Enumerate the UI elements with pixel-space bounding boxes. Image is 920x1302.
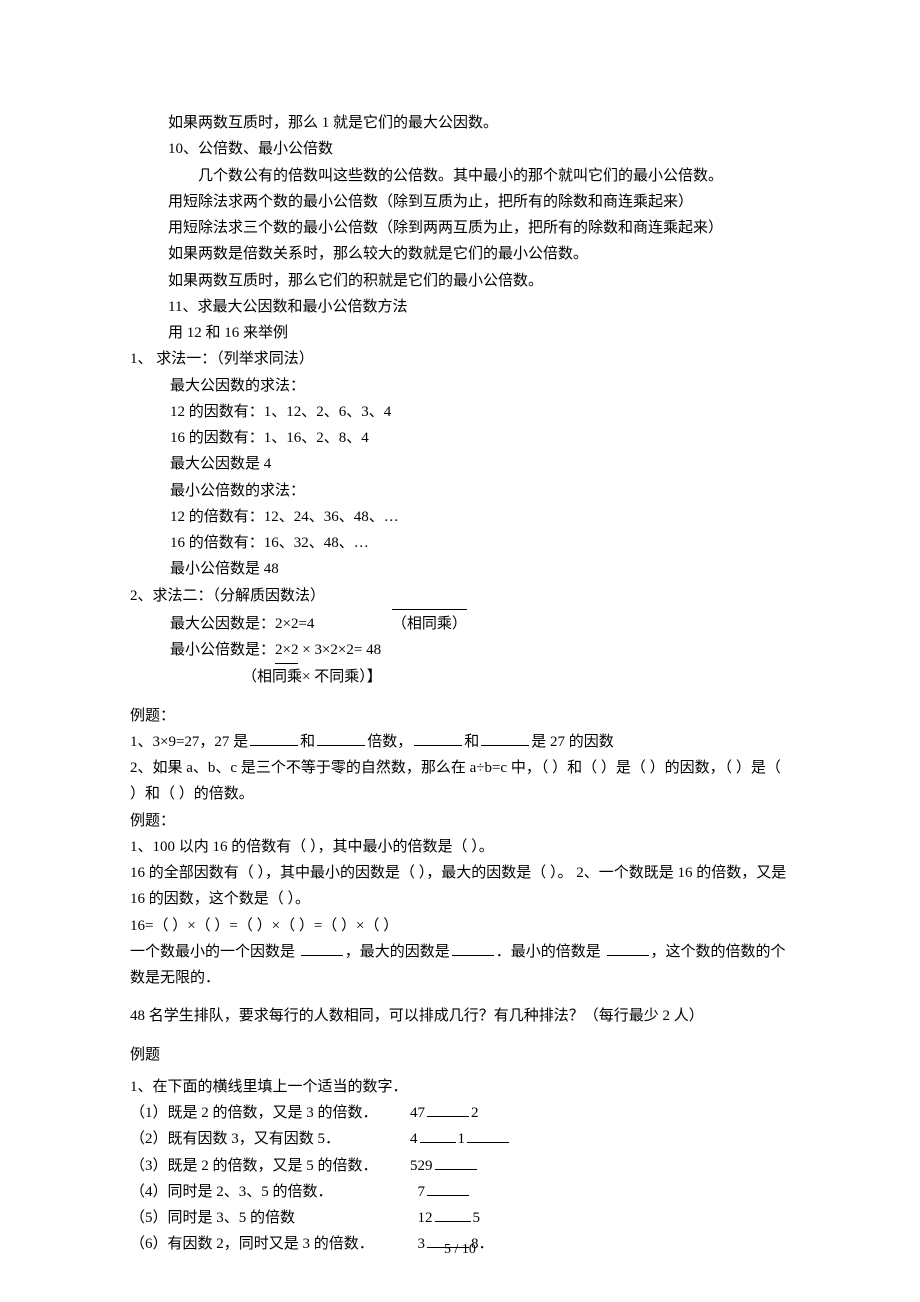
text-span: 一个数最小的一个因数是: [130, 944, 299, 960]
text-span: 最小公倍数是：: [170, 642, 275, 658]
text-span: 4: [410, 1131, 418, 1147]
text-span: 最大公因数是：2×2=4: [170, 616, 314, 632]
text-span: 1、3×9=27，27 是: [130, 734, 248, 750]
fill-value: 47 2: [410, 1100, 479, 1126]
page-number: 5 / 10: [0, 1238, 920, 1263]
text-line: 如果两数互质时，那么 1 就是它们的最大公因数。: [130, 110, 790, 136]
blank-field[interactable]: [435, 1154, 477, 1170]
text-line: 用短除法求三个数的最小公倍数（除到两两互质为止，把所有的除数和商连乘起来）: [130, 215, 790, 241]
fill-label: （1）既是 2 的倍数，又是 3 的倍数．: [130, 1100, 410, 1126]
text-span: 和: [300, 734, 315, 750]
text-line: 用短除法求两个数的最小公倍数（除到互质为止，把所有的除数和商连乘起来）: [130, 189, 790, 215]
question-line: 1、3×9=27，27 是 和 倍数， 和 是 27 的因数: [130, 729, 790, 755]
text-span: 47: [410, 1105, 425, 1121]
fill-row: （2）既有因数 3，又有因数 5． 41: [130, 1126, 790, 1152]
text-span-overline: （相同乘）: [392, 609, 467, 637]
text-line: 如果两数是倍数关系时，那么较大的数就是它们的最小公倍数。: [130, 241, 790, 267]
text-line: 1、 求法一：（列举求同法）: [130, 346, 790, 372]
blank-field[interactable]: [427, 1101, 469, 1117]
blank-field[interactable]: [481, 730, 529, 746]
text-line: 2、求法二：（分解质因数法）: [130, 583, 790, 609]
text-line: （相同乘× 不同乘）】: [130, 664, 790, 690]
text-line: 12 的因数有：1、12、2、6、3、4: [130, 399, 790, 425]
blank-field[interactable]: [420, 1127, 456, 1143]
document-page: 如果两数互质时，那么 1 就是它们的最大公因数。 10、公倍数、最小公倍数 几个…: [0, 0, 920, 1302]
text-span: 和: [464, 734, 479, 750]
question-line: 2、如果 a、b、c 是三个不等于零的自然数，那么在 a÷b=c 中，（ ）和（…: [130, 755, 790, 808]
blank-field[interactable]: [317, 730, 365, 746]
question-line: 1、在下面的横线里填上一个适当的数字．: [130, 1074, 790, 1100]
blank-field[interactable]: [607, 940, 649, 956]
blank-field[interactable]: [414, 730, 462, 746]
fill-label: （2）既有因数 3，又有因数 5．: [130, 1126, 410, 1152]
text-span: 5: [473, 1210, 481, 1226]
fill-row: （5）同时是 3、5 的倍数 12 5: [130, 1205, 790, 1231]
text-line: 12 的倍数有：12、24、36、48、…: [130, 504, 790, 530]
text-line: 11、求最大公因数和最小公倍数方法: [130, 294, 790, 320]
fill-value: 529: [410, 1153, 479, 1179]
text-span: 是 27 的因数: [531, 734, 614, 750]
text-line: 最大公因数是 4: [130, 451, 790, 477]
fill-value: 7: [410, 1179, 471, 1205]
text-span: 529: [410, 1158, 433, 1174]
question-line: 16 的全部因数有（ ），其中最小的因数是（ ），最大的因数是（ ）。 2、一个…: [130, 860, 790, 913]
fill-value: 41: [410, 1126, 511, 1152]
text-span: 1: [458, 1131, 466, 1147]
text-span: 12: [418, 1210, 433, 1226]
text-line: 最小公倍数是 48: [130, 556, 790, 582]
text-span: ．最小的倍数是: [496, 944, 605, 960]
text-span: 7: [418, 1184, 426, 1200]
text-line: 几个数公有的倍数叫这些数的公倍数。其中最小的那个就叫它们的最小公倍数。: [130, 163, 790, 189]
blank-field[interactable]: [452, 940, 494, 956]
fill-value: 12 5: [410, 1205, 480, 1231]
fill-label: （5）同时是 3、5 的倍数: [130, 1205, 410, 1231]
text-span: ，最大的因数是: [345, 944, 450, 960]
fill-label: （3）既是 2 的倍数，又是 5 的倍数．: [130, 1153, 410, 1179]
blank-field[interactable]: [435, 1206, 471, 1222]
question-line: 1、100 以内 16 的倍数有（ ），其中最小的倍数是（ ）。: [130, 834, 790, 860]
text-line: 最小公倍数的求法：: [130, 478, 790, 504]
text-line: 最大公因数的求法：: [130, 373, 790, 399]
text-span: 2: [471, 1105, 479, 1121]
example-heading: 例题：: [130, 808, 790, 834]
text-span: × 3×2×2= 48: [298, 642, 381, 658]
fill-row: （3）既是 2 的倍数，又是 5 的倍数． 529: [130, 1153, 790, 1179]
text-span: 倍数，: [367, 734, 412, 750]
example-heading: 例题：: [130, 703, 790, 729]
example-heading: 例题: [130, 1042, 790, 1068]
text-line: 16 的因数有：1、16、2、8、4: [130, 425, 790, 451]
question-line: 16=（ ）×（ ）=（ ）×（ ）=（ ）×（ ）: [130, 913, 790, 939]
fill-row: （4）同时是 2、3、5 的倍数． 7: [130, 1179, 790, 1205]
blank-field[interactable]: [467, 1127, 509, 1143]
question-line: 一个数最小的一个因数是 ，最大的因数是．最小的倍数是 ，这个数的倍数的个数是无限…: [130, 939, 790, 992]
blank-field[interactable]: [301, 940, 343, 956]
text-span-underline: 2×2: [275, 637, 298, 664]
text-line: 用 12 和 16 来举例: [130, 320, 790, 346]
fill-label: （4）同时是 2、3、5 的倍数．: [130, 1179, 410, 1205]
fill-row: （1）既是 2 的倍数，又是 3 的倍数． 47 2: [130, 1100, 790, 1126]
blank-field[interactable]: [250, 730, 298, 746]
text-line: 最大公因数是：2×2=4 （相同乘）: [130, 609, 790, 637]
blank-field[interactable]: [427, 1180, 469, 1196]
question-line: 48 名学生排队，要求每行的人数相同，可以排成几行？有几种排法？（每行最少 2 …: [130, 1003, 790, 1029]
text-line: 10、公倍数、最小公倍数: [130, 136, 790, 162]
text-line: 如果两数互质时，那么它们的积就是它们的最小公倍数。: [130, 268, 790, 294]
text-line: 最小公倍数是：2×2 × 3×2×2= 48: [130, 637, 790, 664]
text-line: 16 的倍数有：16、32、48、…: [130, 530, 790, 556]
